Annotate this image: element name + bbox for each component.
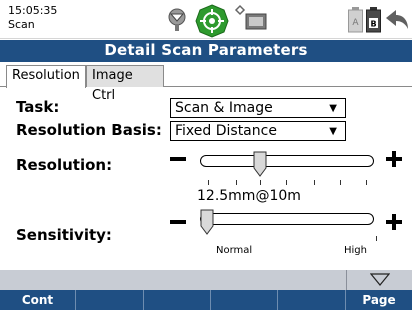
dropdown-arrow-icon: ▼ bbox=[329, 126, 337, 137]
softkey-strip bbox=[0, 270, 412, 290]
resolution-tick bbox=[366, 180, 367, 185]
app-name: Scan bbox=[8, 18, 35, 31]
resolution-tick bbox=[260, 180, 261, 185]
resolution-tick bbox=[286, 180, 287, 185]
wireless-connection-icon[interactable] bbox=[234, 4, 270, 32]
clock-time: 15:05:35 bbox=[8, 4, 58, 17]
softkey-2[interactable] bbox=[76, 290, 144, 310]
resolution-basis-select-value: Fixed Distance bbox=[175, 123, 277, 139]
sensitivity-decrease-button[interactable] bbox=[170, 220, 186, 224]
softkey-4[interactable] bbox=[211, 290, 278, 310]
softkey-bar: Cont Page bbox=[0, 290, 412, 310]
menu-down-triangle-icon[interactable] bbox=[370, 273, 390, 286]
sensitivity-slider-track[interactable] bbox=[200, 213, 374, 225]
sensitivity-tick bbox=[376, 236, 377, 241]
task-select-value: Scan & Image bbox=[175, 100, 273, 116]
title-bar: Detail Scan Parameters bbox=[0, 40, 412, 62]
resolution-basis-label: Resolution Basis: bbox=[16, 121, 162, 139]
task-label: Task: bbox=[16, 98, 60, 116]
resolution-slider-thumb[interactable] bbox=[253, 151, 267, 177]
battery-b-icon: B bbox=[366, 7, 381, 33]
tab-image-ctrl[interactable]: Image Ctrl bbox=[86, 65, 164, 103]
tab-bar: Resolution Image Ctrl bbox=[0, 62, 412, 103]
status-bar: 15:05:35 Scan A B bbox=[0, 0, 412, 39]
dropdown-arrow-icon: ▼ bbox=[329, 103, 337, 114]
svg-text:A: A bbox=[352, 18, 359, 28]
sensitivity-high-label: High bbox=[344, 245, 367, 256]
gps-target-icon[interactable] bbox=[194, 4, 230, 38]
back-arrow-icon[interactable] bbox=[384, 8, 410, 32]
softkey-cont[interactable]: Cont bbox=[0, 290, 76, 310]
softkey-page[interactable]: Page bbox=[346, 290, 412, 310]
resolution-increase-button[interactable] bbox=[386, 151, 402, 167]
resolution-value: 12.5mm@10m bbox=[197, 188, 301, 204]
sensitivity-increase-button[interactable] bbox=[386, 214, 402, 230]
resolution-basis-select[interactable]: Fixed Distance ▼ bbox=[170, 121, 346, 141]
tab-resolution[interactable]: Resolution bbox=[6, 65, 86, 88]
resolution-label: Resolution: bbox=[16, 156, 113, 174]
resolution-tick bbox=[236, 180, 237, 185]
sensitivity-label: Sensitivity: bbox=[16, 226, 112, 244]
sensitivity-low-label: Normal bbox=[216, 245, 253, 256]
divider bbox=[346, 270, 347, 290]
softkey-3[interactable] bbox=[144, 290, 211, 310]
page-title: Detail Scan Parameters bbox=[104, 41, 308, 59]
resolution-tick bbox=[314, 180, 315, 185]
resolution-decrease-button[interactable] bbox=[170, 157, 186, 161]
sensitivity-slider-thumb[interactable] bbox=[200, 209, 214, 235]
task-select[interactable]: Scan & Image ▼ bbox=[170, 98, 346, 118]
svg-text:B: B bbox=[370, 20, 376, 29]
resolution-tick bbox=[340, 180, 341, 185]
battery-a-icon: A bbox=[348, 7, 363, 33]
resolution-tick bbox=[208, 180, 209, 185]
prism-icon[interactable] bbox=[166, 8, 188, 32]
softkey-5[interactable] bbox=[278, 290, 346, 310]
resolution-slider-track[interactable] bbox=[200, 155, 374, 167]
